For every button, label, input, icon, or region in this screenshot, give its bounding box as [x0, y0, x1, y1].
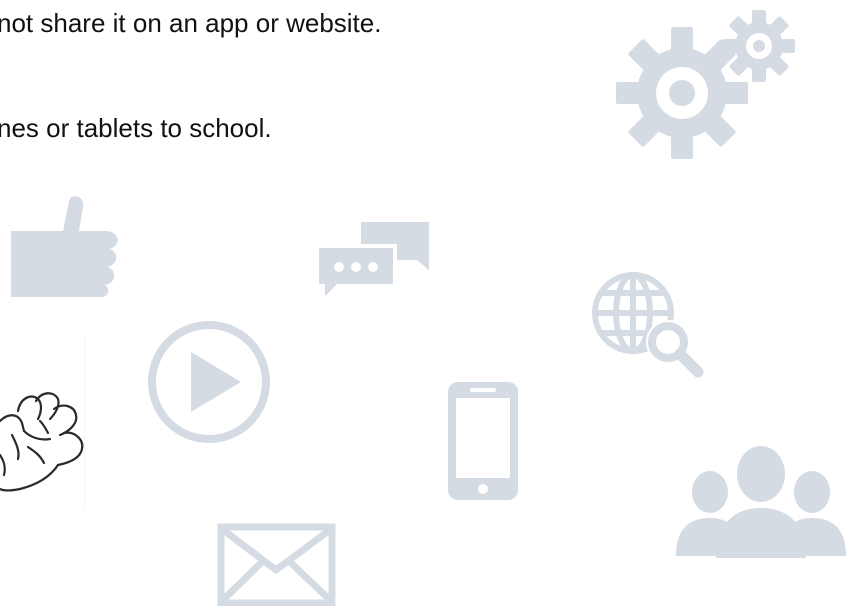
chat-bubbles-icon — [315, 222, 429, 304]
people-group-icon — [676, 446, 846, 558]
rule-text-devices: nes or tablets to school. — [0, 113, 272, 143]
thumbs-up-icon — [11, 196, 118, 297]
gears-icon — [616, 10, 795, 159]
rule-text-share: not share it on an app or website. — [0, 8, 382, 38]
play-button-icon — [148, 321, 270, 443]
smartphone-icon — [448, 382, 518, 500]
envelope-icon — [217, 523, 336, 606]
waving-hand-icon — [0, 392, 84, 492]
globe-search-icon — [592, 272, 704, 378]
